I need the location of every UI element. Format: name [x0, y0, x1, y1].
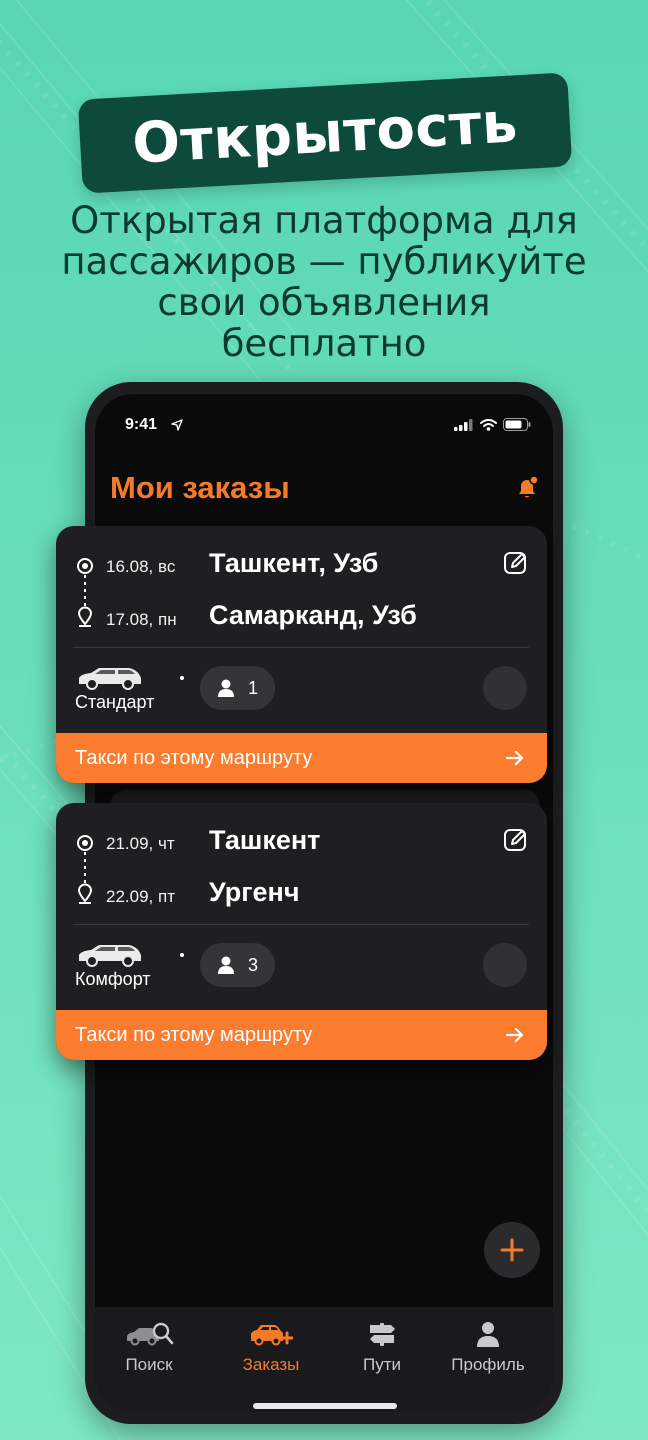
seats-badge: 3: [200, 943, 275, 987]
tab-search[interactable]: Поиск: [99, 1321, 199, 1375]
taxi-route-button[interactable]: Такси по этому маршруту: [56, 1010, 547, 1060]
taxi-route-label: Такси по этому маршруту: [75, 1023, 313, 1046]
person-icon: [477, 1322, 499, 1347]
bottom-tab-bar: Поиск Заказы Пути Профиль: [95, 1307, 553, 1412]
departure-date: 16.08, вс: [106, 557, 176, 576]
car-add-icon: [251, 1325, 294, 1346]
departure-city: Ташкент: [209, 825, 321, 855]
edit-icon[interactable]: [503, 827, 529, 853]
wifi-icon: [480, 418, 497, 431]
arrow-right-icon: [505, 1027, 524, 1043]
person-icon: [218, 679, 234, 697]
select-toggle[interactable]: [483, 666, 527, 710]
subtitle-line: пассажиров — публикуйте: [61, 240, 587, 283]
tab-profile[interactable]: Профиль: [438, 1321, 538, 1375]
route-icon: [77, 835, 93, 904]
tab-label: Профиль: [451, 1355, 525, 1374]
tab-orders[interactable]: Заказы: [221, 1321, 321, 1375]
status-time: 9:41: [125, 416, 158, 433]
seats-count: 3: [248, 954, 259, 975]
taxi-route-button[interactable]: Такси по этому маршруту: [56, 733, 547, 783]
headline-text: Открытость: [130, 89, 520, 177]
car-search-icon: [127, 1322, 174, 1346]
promo-subtitle: Открытая платформа для пассажиров — публ…: [20, 200, 628, 364]
location-arrow-icon: [171, 419, 183, 431]
cellular-signal-icon: [454, 418, 473, 431]
home-indicator: [253, 1403, 397, 1409]
departure-date: 21.09, чт: [106, 834, 175, 853]
notifications-button[interactable]: [513, 474, 541, 506]
battery-icon: [503, 418, 531, 431]
plus-icon: [500, 1238, 524, 1262]
person-icon: [218, 956, 234, 974]
select-toggle[interactable]: [483, 943, 527, 987]
seats-count: 1: [248, 677, 259, 698]
card-divider: [73, 647, 529, 648]
car-class-label: Комфорт: [75, 969, 151, 989]
taxi-route-label: Такси по этому маршруту: [75, 746, 313, 769]
subtitle-line: свои объявления: [157, 281, 491, 324]
subtitle-line: Открытая платформа для: [70, 199, 578, 242]
card-divider: [73, 924, 529, 925]
tab-label: Пути: [362, 1355, 401, 1374]
signpost-icon: [370, 1323, 395, 1346]
order-card[interactable]: 16.08, вс Ташкент, Узб 17.08, пн Самарка…: [56, 526, 547, 783]
status-icons: [454, 418, 531, 431]
order-card[interactable]: 21.09, чт Ташкент 22.09, пт Ургенч Комфо…: [56, 803, 547, 1060]
route-icon: [77, 558, 93, 627]
car-icon: [79, 945, 141, 967]
bell-icon: [519, 475, 539, 498]
add-order-button[interactable]: [484, 1222, 540, 1278]
separator-dot: [180, 676, 184, 680]
page-title: Мои заказы: [110, 470, 290, 505]
departure-city: Ташкент, Узб: [209, 548, 379, 578]
seats-badge: 1: [200, 666, 275, 710]
car-class-label: Стандарт: [75, 692, 155, 712]
arrival-date: 22.09, пт: [106, 887, 175, 906]
subtitle-line: бесплатно: [221, 322, 427, 365]
arrival-city: Самарканд, Узб: [209, 600, 417, 630]
arrow-right-icon: [505, 750, 524, 766]
separator-dot: [180, 953, 184, 957]
arrival-date: 17.08, пн: [106, 610, 177, 629]
tab-label: Поиск: [125, 1355, 173, 1374]
edit-icon[interactable]: [503, 550, 529, 576]
car-icon: [79, 668, 141, 690]
tab-label: Заказы: [242, 1355, 300, 1374]
arrival-city: Ургенч: [209, 877, 300, 907]
tab-routes[interactable]: Пути: [332, 1321, 432, 1375]
